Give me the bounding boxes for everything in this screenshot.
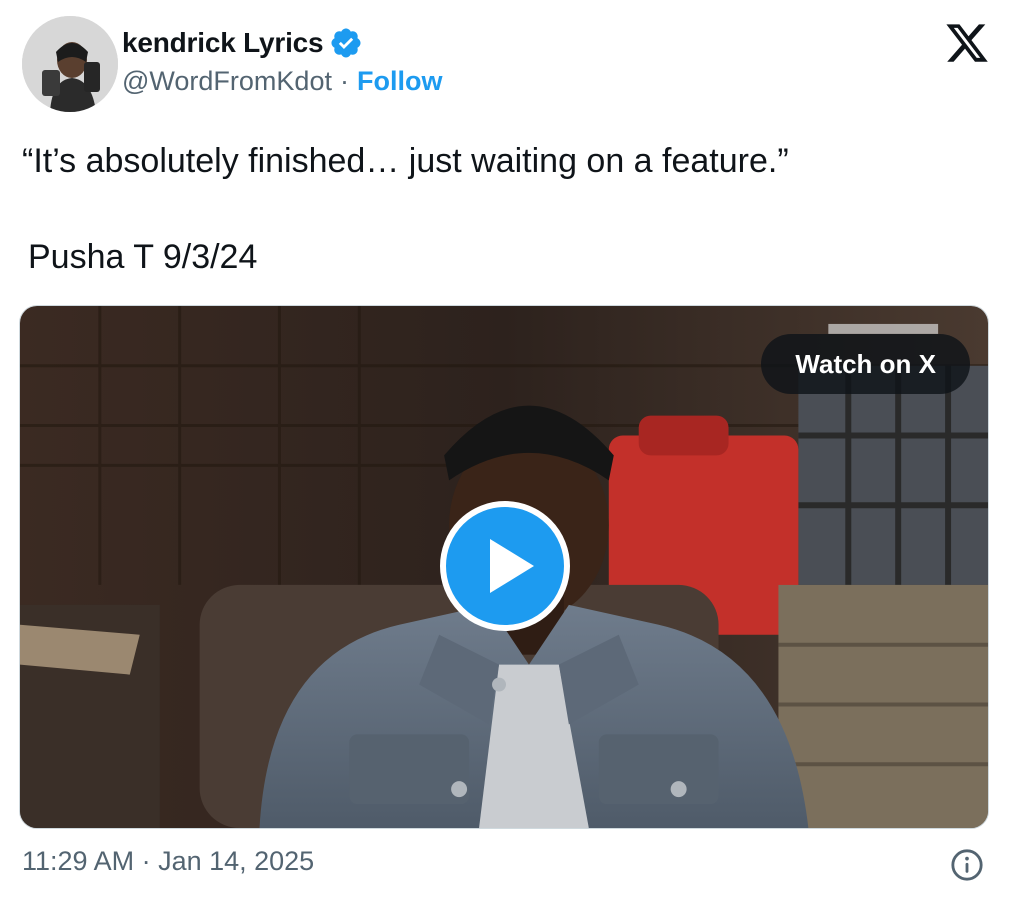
info-icon[interactable] <box>950 848 984 882</box>
verified-badge-icon <box>329 26 363 60</box>
avatar-image <box>22 16 118 112</box>
follow-button[interactable]: Follow <box>357 66 442 97</box>
display-name[interactable]: kendrick Lyrics <box>122 27 324 59</box>
tweet-text-line-1: “It’s absolutely finished… just waiting … <box>22 142 789 180</box>
tweet-text: “It’s absolutely finished… just waiting … <box>22 136 982 282</box>
handle[interactable]: @WordFromKdot <box>122 66 332 97</box>
tweet-text-line-2: Pusha T 9/3/24 <box>28 238 258 276</box>
avatar[interactable] <box>22 16 118 112</box>
play-icon[interactable] <box>440 501 570 631</box>
embedded-tweet-card: kendrick Lyrics @WordFromKdot · Follow “… <box>0 0 1012 898</box>
watch-on-x-button[interactable]: Watch on X <box>761 334 970 394</box>
handle-row: @WordFromKdot · Follow <box>122 66 442 97</box>
name-row: kendrick Lyrics <box>122 24 442 62</box>
video-media[interactable]: Watch on X <box>19 305 989 829</box>
separator-dot: · <box>339 66 349 96</box>
x-logo-icon[interactable] <box>944 20 990 66</box>
author-block: kendrick Lyrics @WordFromKdot · Follow <box>122 24 442 97</box>
tweet-timestamp[interactable]: 11:29 AM · Jan 14, 2025 <box>22 846 314 877</box>
